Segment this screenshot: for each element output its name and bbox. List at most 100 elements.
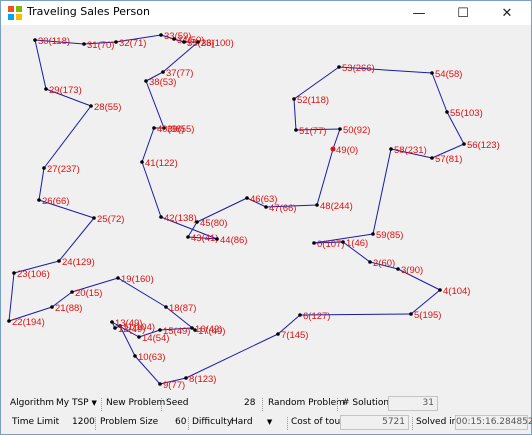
difficulty-select[interactable]: Hard ▼: [231, 417, 272, 427]
city-point: [462, 142, 466, 146]
city-label: 58(231): [394, 145, 427, 156]
city-point: [110, 320, 114, 324]
city-label: 30(118): [38, 36, 70, 47]
city-label: 59(85): [376, 230, 403, 241]
city-point: [7, 319, 11, 323]
city-point: [264, 205, 268, 209]
city-point: [430, 156, 434, 160]
city-label: 45(80): [200, 218, 227, 229]
city-label: 41(122): [145, 158, 178, 169]
minimize-button[interactable]: —: [397, 1, 441, 25]
city-point: [159, 33, 163, 37]
city-label: 13(49): [115, 318, 142, 329]
route-segment: [145, 80, 165, 129]
city-label: 42(138): [164, 213, 197, 224]
city-label: 31(70): [87, 40, 114, 51]
city-label: 57(81): [435, 154, 462, 165]
city-label: 49(0): [336, 145, 358, 156]
city-point: [409, 312, 413, 316]
separator: [262, 398, 264, 411]
city-label: 23(106): [17, 269, 50, 280]
city-label: 47(66): [269, 203, 296, 214]
city-label: 10(63): [138, 352, 165, 363]
city-point: [196, 40, 200, 44]
route-segment: [372, 148, 392, 235]
difficulty-value: Hard: [231, 417, 253, 427]
city-point: [37, 198, 41, 202]
city-point: [193, 328, 197, 332]
city-point: [116, 276, 120, 280]
city-point: [33, 38, 37, 42]
chevron-down-icon: ▼: [91, 399, 97, 407]
city-point: [312, 241, 316, 245]
separator: [287, 417, 289, 430]
city-point: [159, 215, 163, 219]
separator: [101, 398, 103, 411]
city-label: 55(103): [450, 108, 483, 119]
city-point: [133, 354, 137, 358]
separator: [337, 398, 339, 411]
separator: [188, 417, 190, 430]
city-point: [152, 126, 156, 130]
city-point: [70, 290, 74, 294]
city-point: [82, 42, 86, 46]
city-label: 20(15): [75, 288, 102, 299]
solved-time: 00:15:16.2848521: [455, 415, 532, 430]
route-segment: [34, 39, 47, 90]
new-problem-button[interactable]: New Problem: [106, 398, 165, 408]
close-button[interactable]: ✕: [485, 1, 529, 25]
city-point: [276, 332, 280, 336]
city-label: 50(92): [343, 125, 370, 136]
city-label: 21(88): [55, 303, 82, 314]
problem-size-input[interactable]: 60: [175, 417, 186, 427]
city-label: 19(160): [121, 274, 154, 285]
city-point: [215, 237, 219, 241]
city-point: [245, 196, 249, 200]
algorithm-select[interactable]: My TSP ▼: [56, 398, 97, 408]
city-label: 38(53): [149, 77, 176, 88]
city-label: 7(145): [281, 330, 308, 341]
city-label: 48(244): [320, 201, 353, 212]
city-point: [438, 288, 442, 292]
city-point: [294, 128, 298, 132]
city-point: [137, 335, 141, 339]
chevron-down-icon: ▼: [266, 418, 273, 426]
city-point: [292, 97, 296, 101]
difficulty-label: Difficulty: [192, 417, 233, 427]
city-point: [172, 37, 176, 41]
city-label: 8(123): [189, 374, 216, 385]
city-point: [190, 326, 194, 330]
time-limit-input[interactable]: 1200: [72, 417, 95, 427]
seed-input[interactable]: 28: [244, 398, 255, 408]
separator: [412, 417, 414, 430]
app-grid-icon: [8, 6, 22, 20]
city-point: [315, 203, 319, 207]
city-label: 3(90): [401, 265, 423, 276]
window-title: Traveling Sales Person: [27, 5, 150, 18]
title-bar[interactable]: Traveling Sales Person — ☐ ✕: [1, 1, 531, 25]
city-point: [92, 216, 96, 220]
city-label: 53(266): [342, 63, 375, 74]
city-point: [298, 313, 302, 317]
city-point: [89, 104, 93, 108]
city-point: [368, 260, 372, 264]
tour-canvas[interactable]: 0(107) 1(46) 2(60) 3(90) 4(104) 5(195) 6(127) 7…: [2, 25, 530, 394]
problem-size-label: Problem Size: [100, 417, 159, 427]
maximize-button[interactable]: ☐: [441, 1, 485, 25]
city-point: [42, 166, 46, 170]
city-point: [341, 240, 345, 244]
toolbar-row-1: Algorithm My TSP ▼ New Problem Seed 28 R…: [2, 395, 530, 414]
route-segment: [8, 272, 15, 322]
route-segment: [316, 148, 334, 206]
maximize-icon: ☐: [457, 5, 469, 21]
algorithm-label: Algorithm: [10, 398, 55, 408]
route-segment: [185, 333, 279, 379]
random-problem-button[interactable]: Random Problem: [268, 398, 345, 408]
city-label: 52(118): [297, 95, 329, 106]
cost-label: Cost of tour: [291, 417, 344, 427]
city-point: [12, 271, 16, 275]
city-label: 36(100): [201, 38, 234, 49]
city-label: 56(123): [467, 140, 500, 151]
city-label: 32(71): [119, 38, 146, 49]
city-point: [44, 87, 48, 91]
